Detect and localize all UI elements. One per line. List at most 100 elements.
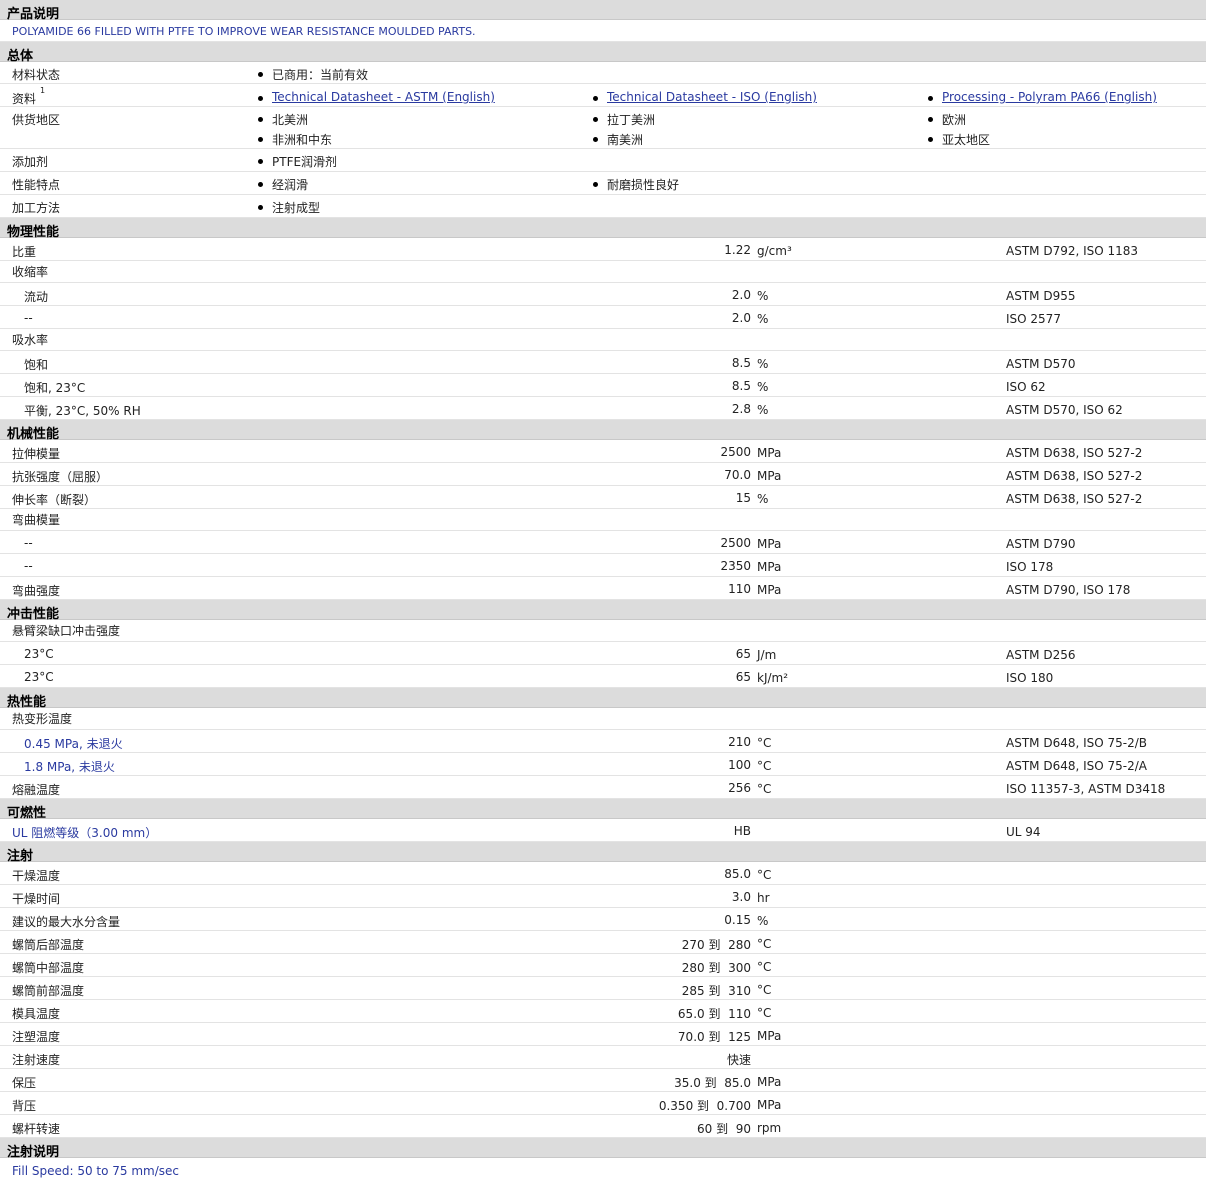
- general-row: 供货地区 北美洲 拉丁美洲 欧洲 非洲和中东 南美洲 亚太地区: [0, 107, 1206, 149]
- property-row: 饱和 8.5% ASTM D570: [0, 351, 1206, 374]
- property-value: 210: [728, 735, 751, 749]
- property-unit: MPa: [757, 583, 782, 597]
- property-unit: J/m: [757, 648, 777, 662]
- test-method: ASTM D790, ISO 178: [1006, 583, 1131, 597]
- property-label: 螺筒后部温度: [12, 938, 85, 952]
- property-unit: MPa: [757, 1098, 782, 1112]
- bullet-icon: [258, 205, 263, 210]
- test-method: ISO 2577: [1006, 312, 1061, 326]
- property-label: 螺筒中部温度: [12, 961, 85, 975]
- test-method: ASTM D638, ISO 527-2: [1006, 469, 1143, 483]
- property-unit: MPa: [757, 1075, 782, 1089]
- property-row: 背压 0.350 到 0.700 MPa: [0, 1092, 1206, 1115]
- property-row: 0.45 MPa, 未退火 210 °C ASTM D648, ISO 75-2/B: [0, 730, 1206, 753]
- property-row: 23°C 65 kJ/m² ISO 180: [0, 665, 1206, 688]
- test-method: ASTM D570: [1006, 357, 1076, 371]
- property-unit: %: [757, 914, 769, 928]
- property-row: 弯曲模量: [0, 509, 1206, 531]
- property-value: 270 到 280: [681, 938, 751, 952]
- product-description-row: POLYAMIDE 66 FILLED WITH PTFE TO IMPROVE…: [0, 20, 1206, 42]
- property-label: 0.45 MPa, 未退火: [24, 737, 123, 751]
- section-header: 可燃性: [0, 799, 1206, 821]
- section-header: 机械性能: [0, 420, 1206, 442]
- general-row: 性能特点 经润滑 耐磨损性良好: [0, 172, 1206, 195]
- section-header: 冲击性能: [0, 600, 1206, 622]
- property-row: 螺杆转速 60 到 90 rpm: [0, 1115, 1206, 1138]
- property-unit: g/cm³: [757, 244, 792, 258]
- property-row: 悬臂梁缺口冲击强度: [0, 620, 1206, 642]
- test-method: ISO 180: [1006, 671, 1054, 685]
- property-row: 23°C 65 J/m ASTM D256: [0, 642, 1206, 665]
- property-label: 螺杆转速: [12, 1122, 61, 1136]
- property-value: 2.0: [731, 288, 751, 302]
- general-item: 经润滑: [272, 178, 309, 192]
- property-label: 饱和: [24, 358, 49, 372]
- property-value: 70.0: [724, 468, 751, 482]
- property-row: 流动 2.0% ASTM D955: [0, 283, 1206, 306]
- property-row: -- 2.0% ISO 2577: [0, 306, 1206, 329]
- property-value: 65.0 到 110: [677, 1007, 751, 1021]
- property-unit: °C: [757, 868, 772, 882]
- general-item: 欧洲: [942, 113, 967, 127]
- property-unit: %: [757, 312, 769, 326]
- property-unit: °C: [757, 1006, 772, 1020]
- property-row: 1.8 MPa, 未退火 100 °C ASTM D648, ISO 75-2/A: [0, 753, 1206, 776]
- test-method: ASTM D792, ISO 1183: [1006, 244, 1139, 258]
- property-value: 70.0 到 125: [677, 1030, 751, 1044]
- property-row: 保压 35.0 到 85.0 MPa: [0, 1069, 1206, 1092]
- property-row: 饱和, 23°C 8.5% ISO 62: [0, 374, 1206, 397]
- datasheet-link[interactable]: Processing - Polyram PA66 (English): [942, 90, 1157, 104]
- property-unit: MPa: [757, 469, 782, 483]
- general-label: 性能特点: [12, 178, 61, 192]
- property-unit: °C: [757, 736, 772, 750]
- bullet-icon: [258, 137, 263, 142]
- notes-row: Fill Speed: 50 to 75 mm/sec: [0, 1158, 1206, 1180]
- property-value: 0.15: [724, 913, 751, 927]
- general-item: 注射成型: [272, 201, 321, 215]
- property-label: 平衡, 23°C, 50% RH: [24, 404, 141, 418]
- property-row: 干燥温度 85.0 °C: [0, 862, 1206, 885]
- property-row: -- 2500 MPa ASTM D790: [0, 531, 1206, 554]
- property-label: 23°C: [24, 647, 54, 661]
- test-method: ISO 178: [1006, 560, 1054, 574]
- property-label: 饱和, 23°C: [24, 381, 86, 395]
- general-label: 加工方法: [12, 201, 61, 215]
- property-label: 悬臂梁缺口冲击强度: [12, 624, 121, 638]
- bullet-icon: [928, 96, 933, 101]
- footnote-marker: 1: [40, 86, 46, 95]
- property-label: 保压: [12, 1076, 37, 1090]
- datasheet-link[interactable]: Technical Datasheet - ISO (English): [607, 90, 817, 104]
- property-label: 干燥时间: [12, 892, 61, 906]
- property-value: 0.350 到 0.700: [658, 1099, 751, 1113]
- property-row: 熔融温度 256 °C ISO 11357-3, ASTM D3418: [0, 776, 1206, 799]
- notes-text: Fill Speed: 50 to 75 mm/sec: [12, 1164, 180, 1178]
- property-label: 流动: [24, 290, 49, 304]
- property-unit: %: [757, 380, 769, 394]
- general-item: PTFE润滑剂: [272, 155, 338, 169]
- test-method: ASTM D570, ISO 62: [1006, 403, 1123, 417]
- property-value: HB: [733, 824, 751, 838]
- bullet-icon: [928, 117, 933, 122]
- property-value: 8.5: [731, 356, 751, 370]
- general-item: 耐磨损性良好: [607, 178, 680, 192]
- property-value: 2500: [720, 536, 751, 550]
- test-method: ASTM D790: [1006, 537, 1076, 551]
- property-value: 2.8: [731, 402, 751, 416]
- property-label: 23°C: [24, 670, 54, 684]
- datasheet-link[interactable]: Technical Datasheet - ASTM (English): [272, 90, 495, 104]
- property-row: 热变形温度: [0, 708, 1206, 730]
- general-row: 添加剂 PTFE润滑剂: [0, 149, 1206, 172]
- test-method: ASTM D955: [1006, 289, 1076, 303]
- property-label: --: [24, 311, 33, 325]
- property-unit: MPa: [757, 560, 782, 574]
- test-method: ISO 11357-3, ASTM D3418: [1006, 782, 1166, 796]
- property-value: 15: [735, 491, 751, 505]
- property-unit: %: [757, 289, 769, 303]
- property-label: 拉伸模量: [12, 447, 61, 461]
- general-item: 南美洲: [607, 133, 644, 147]
- property-row: 注塑温度 70.0 到 125 MPa: [0, 1023, 1206, 1046]
- property-label: 吸水率: [12, 333, 49, 347]
- property-label: --: [24, 559, 33, 573]
- property-value: 8.5: [731, 379, 751, 393]
- property-unit: °C: [757, 937, 772, 951]
